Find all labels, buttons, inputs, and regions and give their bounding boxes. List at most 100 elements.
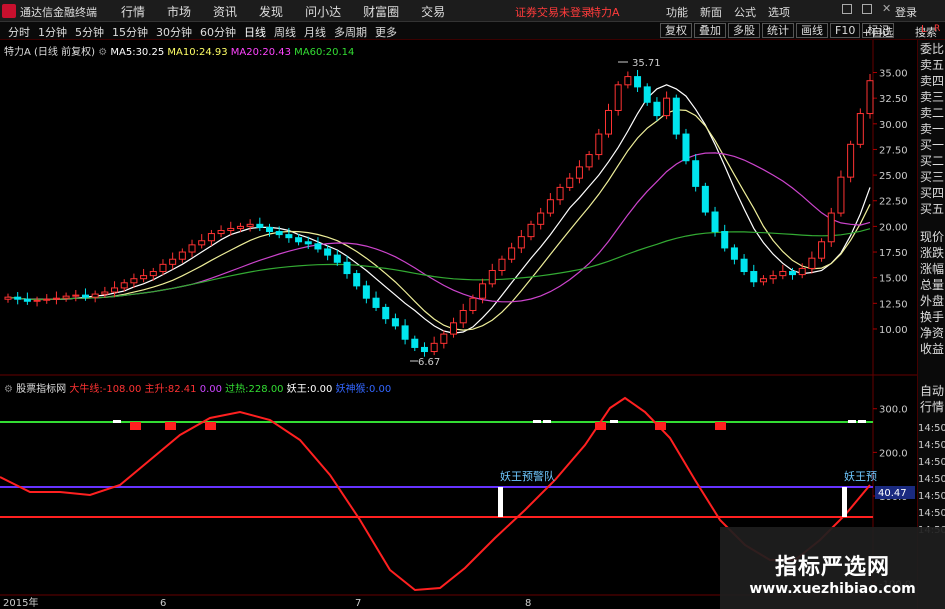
minimize-icon[interactable] — [842, 4, 852, 14]
candle-body — [653, 101, 661, 117]
menu-formula[interactable]: 公式 — [728, 4, 762, 20]
login-button[interactable]: 登录 — [895, 4, 917, 20]
ma10-value: 24.93 — [198, 47, 228, 58]
tab-15min[interactable]: 15分钟 — [108, 24, 152, 40]
menu-news[interactable]: 资讯 — [202, 3, 248, 20]
indicator-tick-label: 300.0 — [879, 405, 908, 416]
sidebar-item-sell2[interactable]: 卖二 — [920, 106, 945, 120]
menu-discover[interactable]: 发现 — [248, 3, 294, 20]
sidebar-l[interactable]: L — [921, 24, 927, 35]
sidebar-item-buy4[interactable]: 买四 — [920, 186, 945, 200]
f10-button[interactable]: F10 — [830, 23, 861, 38]
menu-options[interactable]: 选项 — [762, 4, 796, 20]
time-label: 14:50 — [918, 440, 945, 451]
candle-body — [546, 199, 554, 214]
signal-tick — [610, 420, 618, 423]
stock-title: 特力A — [590, 6, 620, 19]
sidebar-item-buy3[interactable]: 买三 — [920, 170, 945, 184]
candle-body — [479, 283, 487, 299]
alert-bar-2 — [842, 487, 847, 517]
candle-body — [643, 86, 651, 103]
candle-body — [246, 223, 254, 227]
candle-body — [866, 80, 874, 115]
time-label: 14:50 — [918, 457, 945, 468]
tab-60min[interactable]: 60分钟 — [196, 24, 240, 40]
candle-body — [275, 231, 283, 236]
tab-1min[interactable]: 1分钟 — [34, 24, 71, 40]
ma5-label: MA5: — [110, 47, 136, 58]
sidebar-item-sell3[interactable]: 卖三 — [920, 90, 945, 104]
multi-stock-button[interactable]: 多股 — [728, 23, 760, 38]
menu-market[interactable]: 市场 — [156, 3, 202, 20]
menu-trade[interactable]: 交易 — [410, 3, 456, 20]
tab-monthly[interactable]: 月线 — [300, 24, 330, 40]
close-icon[interactable]: ✕ — [882, 3, 892, 14]
ma-line — [7, 109, 871, 331]
trade-login-status[interactable]: 证券交易未登录 — [515, 4, 592, 20]
adjust-button[interactable]: 复权 — [660, 23, 692, 38]
sidebar-item-change[interactable]: 涨跌 — [920, 246, 945, 260]
candle-body — [72, 294, 80, 297]
statistics-button[interactable]: 统计 — [762, 23, 794, 38]
date-label-2015: 2015年 — [3, 596, 38, 609]
menu-new-panel[interactable]: 新面 — [694, 4, 728, 20]
candle-body — [130, 278, 138, 284]
sidebar-item-sell1[interactable]: 卖一 — [920, 122, 945, 136]
app-logo-icon — [2, 4, 16, 18]
tab-multi-period[interactable]: 多周期 — [330, 24, 371, 40]
menu-quotes[interactable]: 行情 — [110, 3, 156, 20]
candle-body — [362, 285, 370, 299]
sidebar-item-quote[interactable]: 行情 — [920, 400, 945, 414]
param-rise-value: 82.41 — [167, 384, 197, 395]
candle-body — [391, 318, 399, 327]
tab-5min[interactable]: 5分钟 — [71, 24, 108, 40]
price-axis: 35.00 32.50 30.00 27.50 25.00 22.50 20.00 17.50… — [873, 69, 908, 336]
overlay-button[interactable]: 叠加 — [694, 23, 726, 38]
candle-body — [517, 236, 525, 249]
price-tick-label: 27.50 — [879, 145, 908, 156]
price-tick-label: 35.00 — [879, 69, 908, 80]
header-stock-name: 特力A — [4, 47, 31, 58]
menu-wealth[interactable]: 财富圈 — [352, 3, 410, 20]
sidebar-item-volume[interactable]: 总量 — [920, 278, 945, 292]
candle-body — [847, 143, 855, 178]
sidebar-item-auto[interactable]: 自动 — [920, 384, 945, 398]
alert-bar-1 — [498, 487, 503, 517]
tab-more[interactable]: 更多 — [371, 24, 401, 40]
candle-body — [614, 84, 622, 111]
sidebar-item-netasset[interactable]: 净资 — [920, 326, 945, 340]
candle-body — [721, 231, 729, 249]
sidebar-item-price[interactable]: 现价 — [920, 230, 945, 244]
sidebar-item-sell4[interactable]: 卖四 — [920, 74, 945, 88]
time-label: 14:50 — [918, 474, 945, 485]
indicator-settings-icon[interactable]: ⚙ — [4, 384, 13, 395]
menu-ask[interactable]: 问小达 — [294, 3, 352, 20]
draw-line-button[interactable]: 画线 — [796, 23, 828, 38]
sidebar-item-buy1[interactable]: 买一 — [920, 138, 945, 152]
chart-tools: 复权 叠加 多股 统计 画线 F10 标记 — [660, 23, 896, 38]
tab-weekly[interactable]: 周线 — [270, 24, 300, 40]
tab-daily[interactable]: 日线 — [240, 24, 270, 40]
tab-intraday[interactable]: 分时 — [4, 24, 34, 40]
sidebar-r[interactable]: R — [934, 24, 940, 34]
sidebar-item-weibi[interactable]: 委比 — [920, 42, 945, 56]
sidebar-item-outer[interactable]: 外盘 — [920, 294, 945, 308]
settings-icon[interactable]: ⚙ — [98, 47, 107, 58]
sidebar-item-turnover[interactable]: 换手 — [920, 310, 945, 324]
date-label-june: 6 — [160, 598, 166, 609]
candle-body — [556, 186, 564, 201]
menu-function[interactable]: 功能 — [660, 4, 694, 20]
sidebar-item-sell5[interactable]: 卖五 — [920, 58, 945, 72]
signal-block — [130, 422, 141, 430]
sidebar-item-buy2[interactable]: 买二 — [920, 154, 945, 168]
maximize-icon[interactable] — [862, 4, 872, 14]
candle-body — [333, 254, 341, 263]
sidebar-item-earnings[interactable]: 收益 — [920, 342, 945, 356]
add-watchlist-button[interactable]: +自选 — [862, 24, 893, 40]
sidebar-item-buy5[interactable]: 买五 — [920, 202, 945, 216]
sidebar-item-pct[interactable]: 涨幅 — [920, 262, 945, 276]
tab-30min[interactable]: 30分钟 — [152, 24, 196, 40]
ma-line — [7, 84, 871, 334]
kline-chart[interactable]: 35.00 32.50 30.00 27.50 25.00 22.50 20.00 17.50… — [0, 40, 917, 609]
time-label-column: 14:50 14:50 14:50 14:50 14:50 14:50 14:5… — [918, 420, 945, 539]
